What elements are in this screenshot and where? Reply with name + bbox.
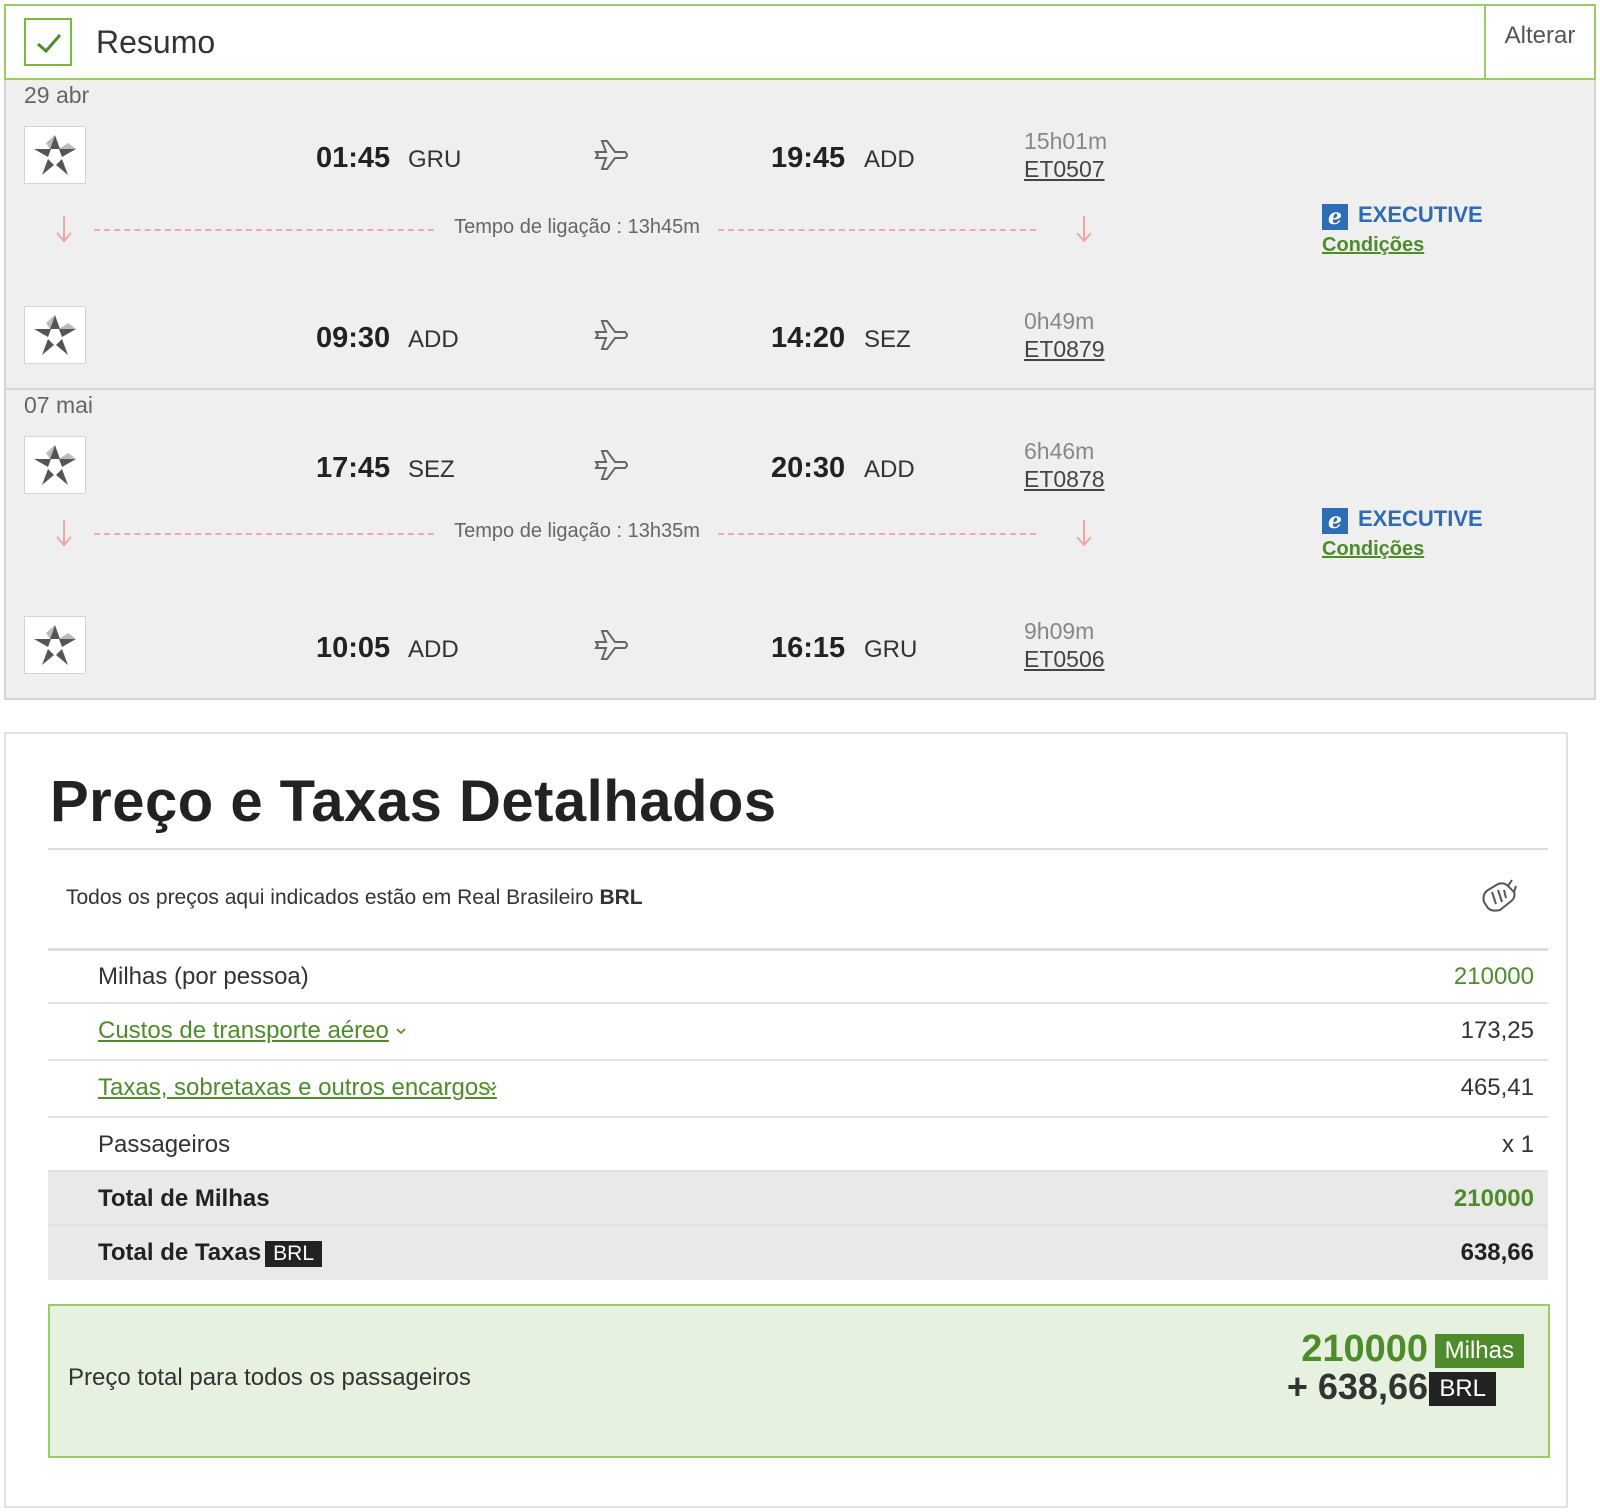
return-itinerary: 07 mai 17:45 SEZ 20:30 ADD 6h46m ET0878 … [4,390,1596,700]
flight-number-link[interactable]: ET0506 [1024,646,1105,673]
connection-time: Tempo de ligação : 13h35m [454,520,700,542]
arrival-time: 16:15 [771,632,846,664]
departure-airport: ADD [408,326,459,353]
plane-icon [594,318,630,357]
departure-time: 17:45 [316,452,391,484]
flight-segment: 10:05 ADD 16:15 GRU 9h09m ET0506 [6,616,1594,686]
departure-airport: SEZ [408,456,455,483]
total-taxes-label: Total de Taxas [98,1239,262,1266]
row-value: 210000 [1453,963,1534,990]
airline-logo [24,306,86,364]
conditions-link[interactable]: Condições [1322,234,1424,257]
row-value: 210000 [1453,1185,1534,1212]
summary-header: Resumo Alterar [4,4,1596,80]
price-panel: Preço e Taxas Detalhados Todos os preços… [4,732,1568,1508]
total-price-label: Preço total para todos os passageiros [68,1364,471,1391]
divider [48,848,1548,850]
arrow-down-icon [56,216,72,243]
flight-duration: 6h46m [1024,438,1095,464]
arrival-airport: SEZ [864,326,911,353]
currency-note: Todos os preços aqui indicados estão em … [66,886,643,910]
change-button[interactable]: Alterar [1484,6,1594,78]
airline-logo [24,616,86,674]
price-title: Preço e Taxas Detalhados [50,769,777,834]
bound-date: 29 abr [24,82,90,108]
executive-badge-icon: e [1322,204,1348,230]
flight-segment: 01:45 GRU 19:45 ADD 15h01m ET0507 [6,126,1594,196]
plane-icon [594,448,630,487]
total-price-box: Preço total para todos os passageiros 21… [48,1304,1550,1458]
flight-number-link[interactable]: ET0878 [1024,466,1105,493]
row-label: Total de Milhas [98,1185,270,1212]
plane-icon [594,628,630,667]
flight-segment: 09:30 ADD 14:20 SEZ 0h49m ET0879 [6,306,1594,376]
flight-duration: 0h49m [1024,308,1095,334]
connection-line [718,533,1036,535]
connection-line [718,229,1036,231]
chevron-down-icon[interactable] [395,1026,407,1036]
arrival-airport: ADD [864,146,915,173]
total-miles-row: Total de Milhas 210000 [48,1172,1548,1226]
currency-note-text: Todos os preços aqui indicados estão em … [66,886,594,909]
flight-number-link[interactable]: ET0507 [1024,156,1105,183]
airline-logo [24,436,86,494]
taxes-toggle[interactable]: Taxas, sobretaxas e outros encargos: [98,1074,497,1102]
departure-airport: ADD [408,636,459,663]
total-miles-amount: 210000 [1301,1328,1428,1370]
arrival-time: 14:20 [771,322,846,354]
row-value: 465,41 [1460,1074,1534,1101]
departure-time: 01:45 [316,142,391,174]
plane-icon [594,138,630,177]
row-label: Passageiros [98,1131,231,1158]
executive-badge-icon: e [1322,508,1348,534]
currency-code: BRL [599,886,643,909]
arrow-down-icon [1076,216,1092,243]
arrival-airport: ADD [864,456,915,483]
taxes-row: Taxas, sobretaxas e outros encargos: 465… [48,1061,1548,1118]
chevron-down-icon[interactable] [486,1083,498,1093]
arrival-time: 19:45 [771,142,846,174]
bound-date: 07 mai [24,392,94,418]
connection-time: Tempo de ligação : 13h45m [454,216,700,238]
departure-time: 09:30 [316,322,391,354]
passengers-row: Passageiros x 1 [48,1118,1548,1172]
departure-airport: GRU [408,146,462,173]
arrow-down-icon [56,520,72,547]
outbound-itinerary: 29 abr 01:45 GRU 19:45 ADD 15h01m ET0507… [4,80,1596,390]
summary-title: Resumo [96,24,216,60]
check-icon [24,18,72,66]
row-label: Milhas (por pessoa) [98,963,309,990]
flight-number-link[interactable]: ET0879 [1024,336,1105,363]
currency-tag: BRL [1429,1372,1496,1406]
row-value: x 1 [1501,1131,1534,1158]
arrival-time: 20:30 [771,452,846,484]
flight-duration: 9h09m [1024,618,1095,644]
cabin-label: EXECUTIVE [1358,506,1483,531]
transport-costs-row: Custos de transporte aéreo 173,25 [48,1004,1548,1061]
row-value: 173,25 [1460,1017,1534,1044]
conditions-link[interactable]: Condições [1322,538,1424,561]
flight-segment: 17:45 SEZ 20:30 ADD 6h46m ET0878 [6,436,1594,506]
row-label: Total de Taxas BRL [98,1239,323,1267]
connection-line [94,533,434,535]
miles-row: Milhas (por pessoa) 210000 [48,950,1548,1004]
connection-line [94,229,434,231]
currency-tag: BRL [265,1240,323,1267]
departure-time: 10:05 [316,632,391,664]
cabin-label: EXECUTIVE [1358,202,1483,227]
flight-duration: 15h01m [1024,128,1108,154]
total-taxes-row: Total de Taxas BRL 638,66 [48,1226,1548,1280]
airline-logo [24,126,86,184]
arrival-airport: GRU [864,636,918,663]
miles-tag: Milhas [1434,1334,1524,1368]
money-icon[interactable] [1478,876,1518,921]
transport-costs-toggle[interactable]: Custos de transporte aéreo [98,1017,389,1045]
row-value: 638,66 [1460,1239,1534,1266]
arrow-down-icon [1076,520,1092,547]
total-brl-amount: + 638,66 [1286,1366,1428,1407]
